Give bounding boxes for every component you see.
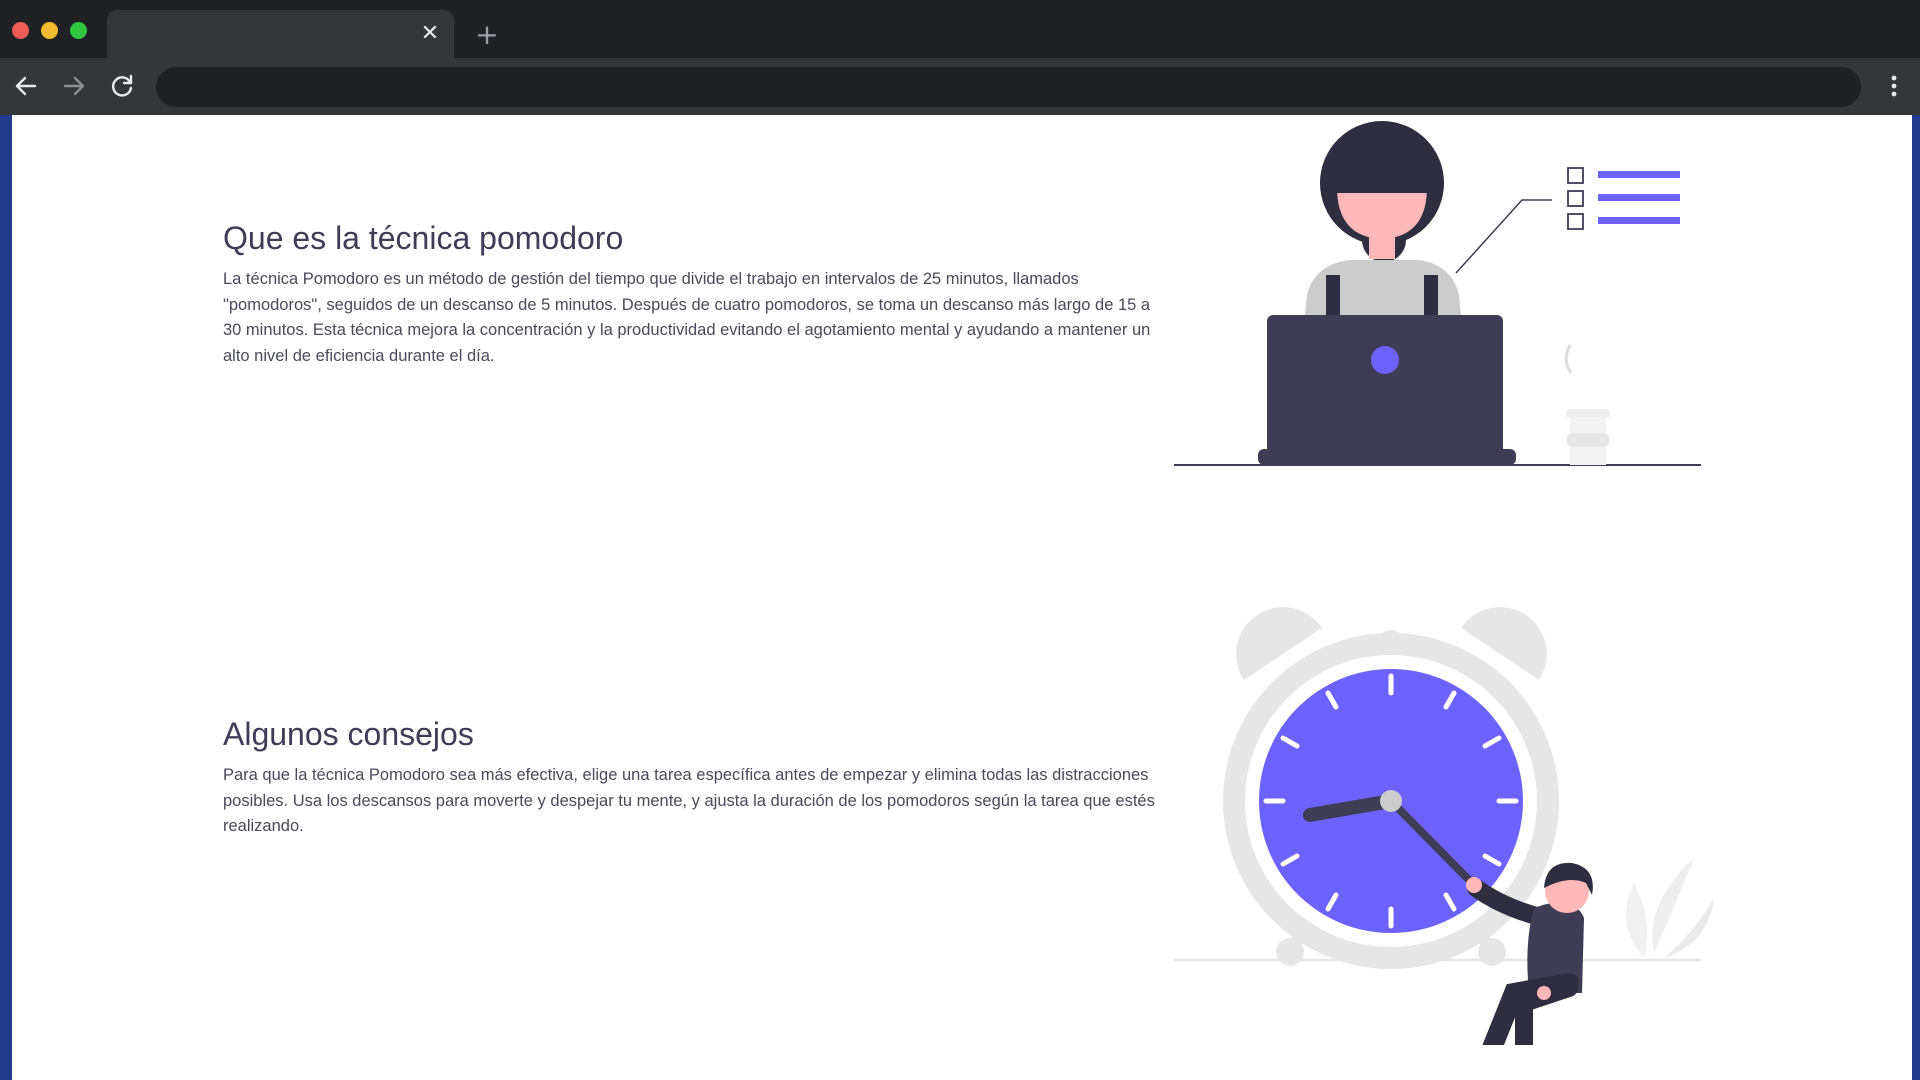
close-window-button[interactable] xyxy=(12,22,29,39)
back-arrow-icon xyxy=(15,76,37,96)
more-vert-icon xyxy=(1891,75,1897,97)
reload-icon xyxy=(111,74,133,97)
browser-toolbar xyxy=(0,58,1920,115)
page-viewport: Que es la técnica pomodoro La técnica Po… xyxy=(0,115,1920,1080)
reload-button[interactable] xyxy=(106,70,138,102)
address-input[interactable] xyxy=(176,67,1840,109)
woman-laptop-illustration xyxy=(1174,121,1701,466)
section-title-what-is: Que es la técnica pomodoro xyxy=(223,220,624,256)
close-tab-button[interactable]: ✕ xyxy=(418,22,442,46)
forward-arrow-icon xyxy=(63,76,85,96)
alarm-clock-illustration xyxy=(1174,607,1714,1045)
new-tab-button[interactable]: + xyxy=(472,20,502,50)
maximize-window-button[interactable] xyxy=(70,22,87,39)
browser-menu-button[interactable] xyxy=(1878,70,1910,102)
section-text-tips: Para que la técnica Pomodoro sea más efe… xyxy=(223,766,1155,835)
back-button[interactable] xyxy=(10,70,42,102)
page-content: Que es la técnica pomodoro La técnica Po… xyxy=(12,115,1912,1080)
address-bar[interactable] xyxy=(156,67,1861,109)
section-text-what-is: La técnica Pomodoro es un método de gest… xyxy=(223,270,1151,365)
section-title-tips: Algunos consejos xyxy=(223,716,474,752)
browser-tab[interactable]: ✕ xyxy=(107,10,454,58)
minimize-window-button[interactable] xyxy=(41,22,58,39)
browser-titlebar: ✕ + xyxy=(0,0,1920,58)
forward-button[interactable] xyxy=(58,70,90,102)
